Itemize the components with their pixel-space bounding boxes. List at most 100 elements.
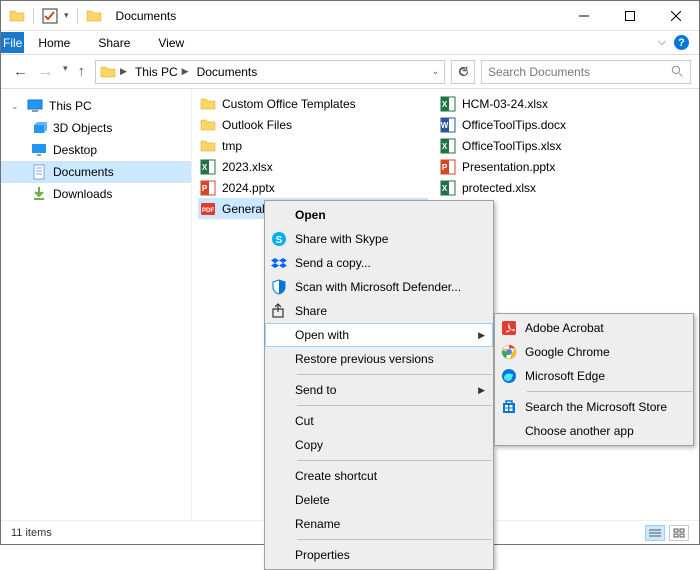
openwith-store[interactable]: Search the Microsoft Store: [495, 395, 693, 419]
openwith-another[interactable]: Choose another app: [495, 419, 693, 443]
file-item[interactable]: Custom Office Templates: [198, 93, 428, 114]
tree-label: Downloads: [53, 187, 112, 201]
ctx-delete[interactable]: Delete: [265, 488, 493, 512]
expand-chevron-icon[interactable]: ⌄: [11, 101, 21, 112]
file-name: OfficeToolTips.docx: [462, 118, 566, 132]
ctx-label: Copy: [295, 438, 485, 452]
share-icon: [271, 303, 287, 319]
tree-label: Desktop: [53, 143, 97, 157]
file-item[interactable]: Outlook Files: [198, 114, 428, 135]
excel-icon: [440, 138, 456, 154]
tab-view[interactable]: View: [144, 31, 198, 55]
file-name: protected.xlsx: [462, 181, 536, 195]
help-button[interactable]: ?: [674, 35, 689, 50]
tree-3d-objects[interactable]: 3D Objects: [1, 117, 191, 139]
nav-back-button[interactable]: ←: [13, 63, 28, 80]
refresh-button[interactable]: [451, 60, 475, 84]
tree-downloads[interactable]: Downloads: [1, 183, 191, 205]
submenu-arrow-icon: ▶: [478, 330, 485, 341]
quick-access-checkbox-icon[interactable]: [42, 8, 58, 24]
file-item[interactable]: protected.xlsx: [438, 177, 638, 198]
ctx-copy[interactable]: Copy: [265, 433, 493, 457]
ctx-label: Restore previous versions: [295, 352, 485, 366]
monitor-icon: [27, 98, 43, 114]
file-name: Custom Office Templates: [222, 97, 356, 111]
openwith-chrome[interactable]: Google Chrome: [495, 340, 693, 364]
ctx-defender[interactable]: Scan with Microsoft Defender...: [265, 275, 493, 299]
chevron-right-icon[interactable]: ▶: [182, 66, 189, 77]
store-icon: [501, 399, 517, 415]
ctx-open[interactable]: Open: [265, 203, 493, 227]
menu-separator: [297, 539, 492, 540]
ctx-label: Google Chrome: [525, 345, 685, 359]
tab-home[interactable]: Home: [24, 31, 84, 55]
file-item[interactable]: OfficeToolTips.xlsx: [438, 135, 638, 156]
ribbon-expand-icon[interactable]: ⌵: [658, 36, 666, 49]
tree-documents[interactable]: Documents: [1, 161, 191, 183]
tree-this-pc[interactable]: ⌄ This PC: [1, 95, 191, 117]
ctx-restore[interactable]: Restore previous versions: [265, 347, 493, 371]
file-item[interactable]: 2023.xlsx: [198, 156, 428, 177]
shield-icon: [271, 279, 287, 295]
file-name: OfficeToolTips.xlsx: [462, 139, 561, 153]
tree-desktop[interactable]: Desktop: [1, 139, 191, 161]
ctx-send-copy[interactable]: Send a copy...: [265, 251, 493, 275]
close-button[interactable]: [653, 1, 699, 30]
ctx-label: Scan with Microsoft Defender...: [295, 280, 485, 294]
nav-forward-button[interactable]: →: [38, 63, 53, 80]
ctx-label: Send to: [295, 383, 470, 397]
chevron-right-icon[interactable]: ▶: [120, 66, 127, 77]
ctx-share[interactable]: Share: [265, 299, 493, 323]
title-bar: ▾ Documents: [1, 1, 699, 31]
view-details-button[interactable]: [645, 525, 665, 541]
ctx-label: Open with: [295, 328, 470, 342]
ctx-label: Properties: [295, 548, 485, 562]
address-history-chevron-icon[interactable]: ⌄: [426, 66, 444, 77]
ctx-share-skype[interactable]: Share with Skype: [265, 227, 493, 251]
address-row: ← → ▾ ↑ ▶ This PC ▶ Documents ▶ ⌄ Search…: [1, 55, 699, 89]
folder-icon: [200, 117, 216, 133]
ctx-rename[interactable]: Rename: [265, 512, 493, 536]
pdf-icon: [200, 201, 216, 217]
openwith-edge[interactable]: Microsoft Edge: [495, 364, 693, 388]
ctx-properties[interactable]: Properties: [265, 543, 493, 567]
ctx-send-to[interactable]: Send to ▶: [265, 378, 493, 402]
ctx-label: Adobe Acrobat: [525, 321, 685, 335]
ctx-cut[interactable]: Cut: [265, 409, 493, 433]
file-name: 2024.pptx: [222, 181, 275, 195]
menu-separator: [297, 405, 492, 406]
qat-chevron-icon[interactable]: ▾: [64, 10, 69, 21]
search-input[interactable]: Search Documents: [481, 60, 691, 84]
maximize-button[interactable]: [607, 1, 653, 30]
dropbox-icon: [271, 255, 287, 271]
nav-recent-chevron-icon[interactable]: ▾: [63, 63, 68, 80]
excel-icon: [440, 180, 456, 196]
ribbon: File Home Share View ⌵ ?: [1, 31, 699, 55]
submenu-arrow-icon: ▶: [478, 385, 485, 396]
breadcrumb-documents[interactable]: Documents: [197, 65, 258, 79]
file-name: HCM-03-24.xlsx: [462, 97, 548, 111]
edge-icon: [501, 368, 517, 384]
excel-icon: [440, 96, 456, 112]
openwith-acrobat[interactable]: Adobe Acrobat: [495, 316, 693, 340]
tab-file[interactable]: File: [1, 32, 24, 53]
file-item[interactable]: tmp: [198, 135, 428, 156]
skype-icon: [271, 231, 287, 247]
nav-up-button[interactable]: ↑: [78, 63, 86, 80]
view-large-button[interactable]: [669, 525, 689, 541]
ctx-label: Cut: [295, 414, 485, 428]
ctx-shortcut[interactable]: Create shortcut: [265, 464, 493, 488]
file-item[interactable]: OfficeToolTips.docx: [438, 114, 638, 135]
address-bar[interactable]: ▶ This PC ▶ Documents ▶ ⌄: [95, 60, 445, 84]
file-item[interactable]: HCM-03-24.xlsx: [438, 93, 638, 114]
breadcrumb-thispc[interactable]: This PC: [135, 65, 178, 79]
tree-label: This PC: [49, 99, 92, 113]
context-menu: Open Share with Skype Send a copy... Sca…: [264, 200, 494, 570]
tab-share[interactable]: Share: [84, 31, 144, 55]
ctx-label: Create shortcut: [295, 469, 485, 483]
file-item[interactable]: 2024.pptx: [198, 177, 428, 198]
ctx-label: Open: [295, 208, 485, 222]
ctx-open-with[interactable]: Open with ▶: [265, 323, 493, 347]
file-item[interactable]: Presentation.pptx: [438, 156, 638, 177]
minimize-button[interactable]: [561, 1, 607, 30]
